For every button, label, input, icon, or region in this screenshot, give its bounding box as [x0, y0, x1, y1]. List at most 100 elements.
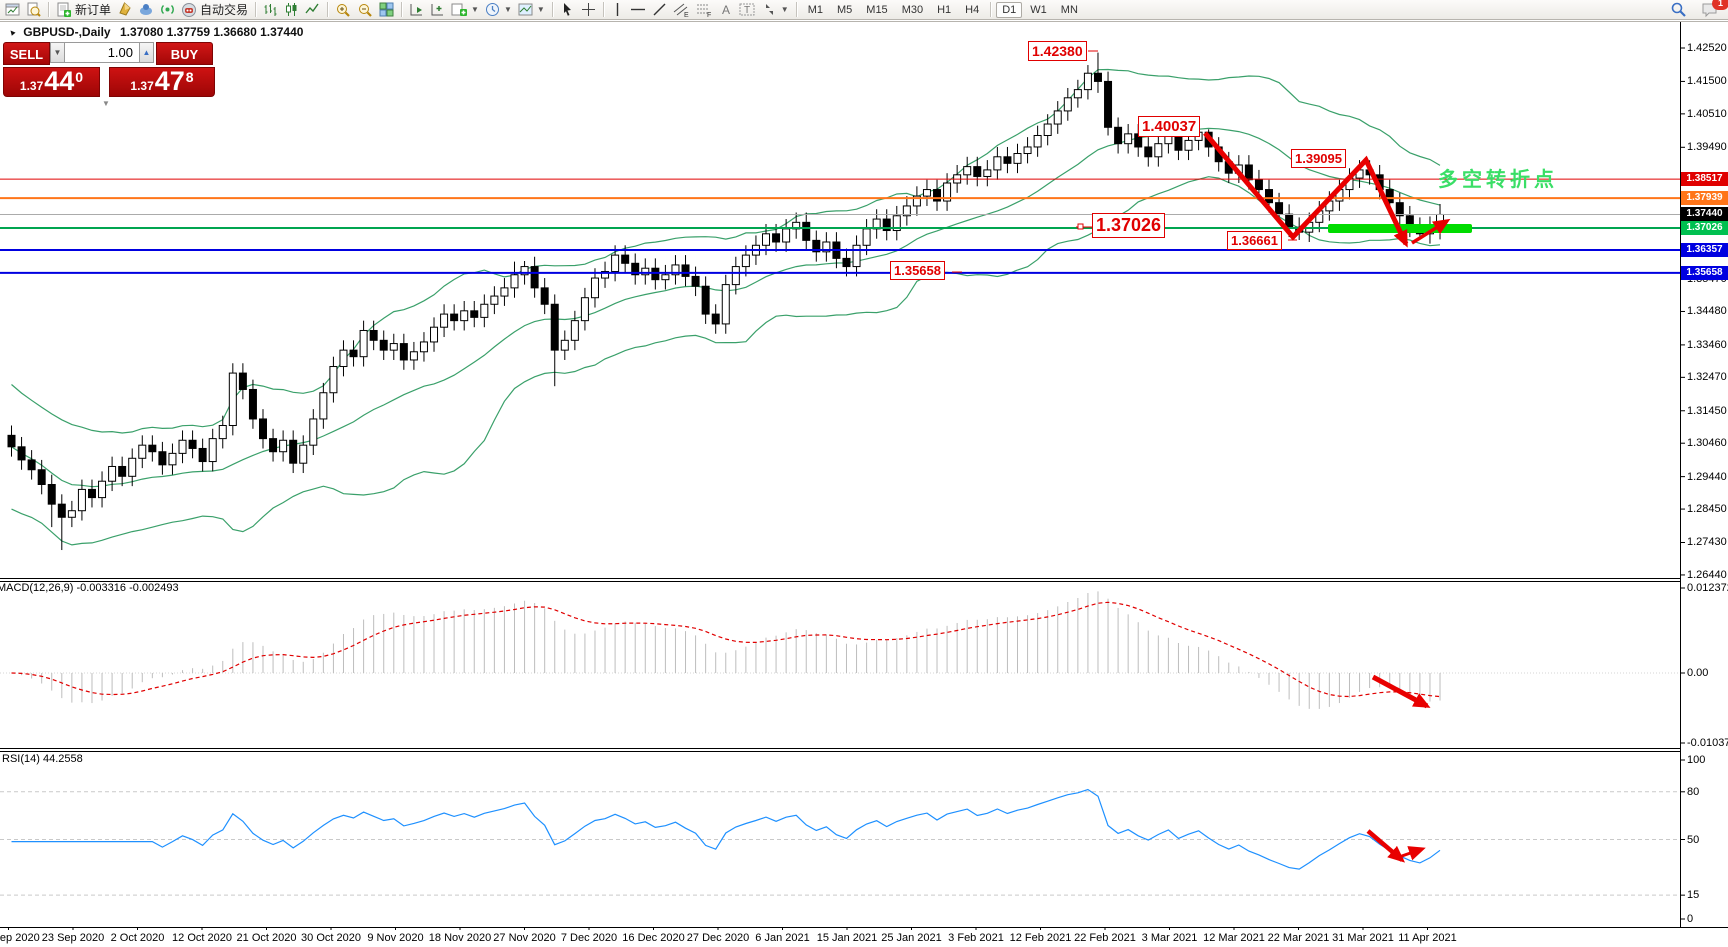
- timeframe-button-M5[interactable]: M5: [831, 2, 858, 18]
- price-scale-label: 1.33460: [1687, 338, 1727, 351]
- tile-windows-icon[interactable]: [376, 1, 397, 19]
- templates-button[interactable]: ▼: [515, 1, 548, 19]
- arrows-icon[interactable]: ▼: [759, 1, 792, 19]
- price-annotation-label[interactable]: 1.39095: [1291, 149, 1346, 168]
- trendline-icon[interactable]: [649, 1, 670, 19]
- price-annotation-label[interactable]: 1.35658: [890, 261, 945, 280]
- macd-scale-label: 0.00: [1687, 667, 1709, 679]
- rsi-scale-label: 50: [1687, 833, 1700, 846]
- sell-button[interactable]: SELL: [3, 42, 50, 65]
- timeframe-button-H4[interactable]: H4: [959, 2, 985, 18]
- price-annotation-label[interactable]: 1.40037: [1138, 116, 1201, 137]
- time-scale-label: 30 Oct 2020: [301, 932, 361, 944]
- price-level-badge[interactable]: 1.37939: [1681, 191, 1728, 206]
- zoom-out-icon[interactable]: [354, 1, 376, 19]
- auto-trading-label: 自动交易: [200, 3, 249, 17]
- timeframe-button-MN[interactable]: MN: [1055, 2, 1084, 18]
- annotation-text-cn[interactable]: 多空转折点: [1438, 163, 1558, 192]
- chart-canvas[interactable]: [0, 0, 1728, 947]
- zoom-in-icon[interactable]: [332, 1, 354, 19]
- horizontal-line-icon[interactable]: [627, 1, 649, 19]
- candlestick-chart-icon[interactable]: [281, 1, 302, 19]
- crosshair-icon[interactable]: [578, 1, 599, 19]
- toolbar-right-group: 1: [1667, 0, 1728, 19]
- auto-trading-button[interactable]: 自动交易: [178, 1, 251, 19]
- toolbar-separator: [602, 2, 604, 17]
- price-scale-label: 1.41500: [1687, 75, 1727, 88]
- price-level-badge[interactable]: 1.36357: [1681, 242, 1728, 257]
- timeframe-button-M30[interactable]: M30: [896, 2, 929, 18]
- time-scale-label: 15 Jan 2021: [816, 932, 878, 944]
- timeframe-button-H1[interactable]: H1: [931, 2, 957, 18]
- price-level-badge[interactable]: 1.37440: [1681, 207, 1728, 222]
- price-level-badge[interactable]: 1.37026: [1681, 221, 1728, 236]
- dropdown-caret-icon: ▼: [780, 5, 789, 14]
- chart-title: ▲ GBPUSD-,Daily 1.37080 1.37759 1.36680 …: [5, 25, 304, 39]
- text-label-icon[interactable]: T: [736, 1, 759, 19]
- toolbar-separator: [551, 2, 553, 17]
- period-button[interactable]: ▼: [482, 1, 515, 19]
- signals-icon[interactable]: [157, 1, 178, 19]
- time-scale-label: 22 Mar 2021: [1267, 932, 1330, 944]
- toolbar-separator: [795, 2, 797, 17]
- bar-chart-icon[interactable]: [260, 1, 281, 19]
- buy-price-prefix: 1.37: [130, 79, 154, 93]
- price-annotation-label[interactable]: 1.37026: [1092, 213, 1166, 238]
- line-chart-icon[interactable]: [302, 1, 323, 19]
- text-icon[interactable]: A: [716, 1, 736, 19]
- new-chart-button[interactable]: ▼: [448, 1, 482, 19]
- volume-increase-button[interactable]: ▲: [139, 42, 154, 63]
- equidistant-channel-icon[interactable]: E: [670, 1, 693, 19]
- time-scale-label: 16 Dec 2020: [622, 932, 685, 944]
- timeframe-button-W1[interactable]: W1: [1024, 2, 1053, 18]
- time-scale-label: 23 Sep 2020: [41, 932, 105, 944]
- community-icon[interactable]: [135, 1, 157, 19]
- indicator-window-icon[interactable]: [427, 1, 448, 19]
- toolbar-separator: [990, 2, 992, 17]
- sell-price-button[interactable]: 1.37 44 0: [3, 67, 100, 97]
- time-scale-label: 18 Nov 2020: [428, 932, 492, 944]
- buy-price-big: 47: [154, 66, 185, 97]
- time-scale-label: 12 Oct 2020: [172, 932, 232, 944]
- search-icon[interactable]: [1667, 1, 1690, 19]
- time-scale-label: 2 Oct 2020: [110, 932, 165, 944]
- macd-scale-label: -0.010374: [1687, 737, 1728, 749]
- rsi-scale-label: 15: [1687, 889, 1700, 902]
- time-scale-label: 14 Sep 2020: [0, 932, 40, 944]
- svg-text:E: E: [684, 12, 689, 18]
- buy-price-pip: 8: [185, 69, 194, 85]
- price-scale-label: 1.40510: [1687, 107, 1727, 120]
- buy-price-button[interactable]: 1.37 47 8: [109, 67, 215, 97]
- time-scale-label: 27 Nov 2020: [493, 932, 556, 944]
- buy-button[interactable]: BUY: [156, 42, 213, 65]
- notifications-icon[interactable]: 1: [1698, 0, 1728, 19]
- new-order-label: 新订单: [75, 3, 112, 17]
- sell-price-big: 44: [44, 66, 75, 97]
- volume-decrease-button[interactable]: ▼: [50, 42, 65, 63]
- svg-text:F: F: [707, 12, 711, 18]
- profiles-icon[interactable]: [114, 1, 135, 19]
- volume-input[interactable]: [65, 42, 139, 63]
- chart-window-icon[interactable]: [2, 1, 23, 19]
- fibonacci-icon[interactable]: F: [693, 1, 716, 19]
- price-annotation-label[interactable]: 1.42380: [1028, 41, 1087, 61]
- new-order-button[interactable]: 新订单: [53, 1, 114, 19]
- vertical-line-icon[interactable]: [608, 1, 627, 19]
- cursor-icon[interactable]: [557, 1, 578, 19]
- time-scale-label: 3 Feb 2021: [948, 932, 1004, 944]
- indicators-icon[interactable]: [406, 1, 427, 19]
- notification-badge: 1: [1712, 0, 1728, 10]
- print-preview-icon[interactable]: [23, 1, 44, 19]
- time-scale-label: 11 Apr 2021: [1398, 932, 1457, 944]
- price-annotation-label[interactable]: 1.36661: [1227, 231, 1282, 250]
- price-level-badge[interactable]: 1.35658: [1681, 265, 1728, 280]
- timeframe-button-D1[interactable]: D1: [996, 1, 1023, 18]
- rsi-scale-label: 80: [1687, 785, 1700, 798]
- time-scale-label: 12 Mar 2021: [1203, 932, 1265, 944]
- timeframe-button-M1[interactable]: M1: [802, 2, 829, 18]
- time-scale-label: 3 Mar 2021: [1141, 932, 1198, 944]
- timeframe-button-M15[interactable]: M15: [860, 2, 893, 18]
- price-level-badge[interactable]: 1.38517: [1681, 172, 1728, 187]
- main-toolbar: 新订单 自动交易 ▼ ▼ ▼ E F A T ▼ M1 M5 M15 M30 H1 H4 D…: [0, 0, 1728, 20]
- chart-marker-icon: ▲: [5, 25, 19, 39]
